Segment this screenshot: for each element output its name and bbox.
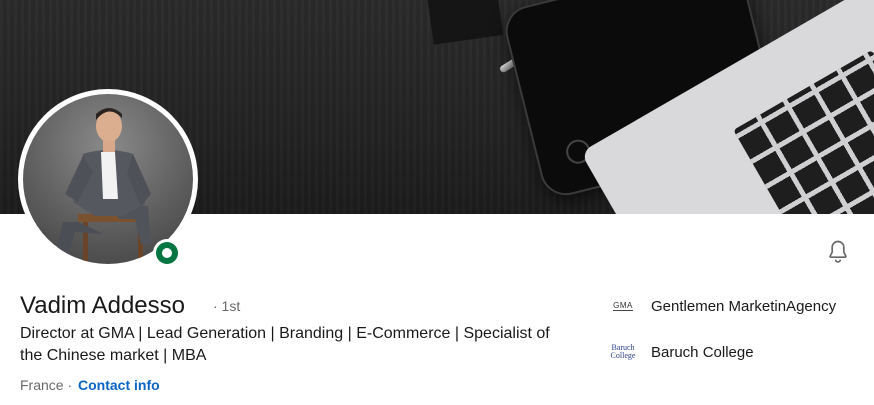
online-status-icon [153, 239, 181, 267]
bell-icon[interactable] [824, 238, 852, 266]
baruch-logo-icon: Baruch College [610, 343, 636, 360]
connection-degree: · 1st [213, 298, 241, 314]
experience-item-gma[interactable]: GMA Gentlemen MarketinAgency [610, 294, 836, 318]
gma-logo-icon: GMA [613, 301, 633, 311]
experience-label: Gentlemen MarketinAgency [651, 297, 837, 315]
profile-location: France · [20, 377, 73, 393]
profile-headline: Director at GMA | Lead Generation | Bran… [20, 325, 550, 364]
education-label: Baruch College [651, 343, 754, 361]
education-item-baruch[interactable]: Baruch College Baruch College [610, 340, 754, 364]
profile-name: Vadim Addesso [20, 292, 185, 319]
contact-info-link[interactable]: Contact info [78, 377, 160, 393]
